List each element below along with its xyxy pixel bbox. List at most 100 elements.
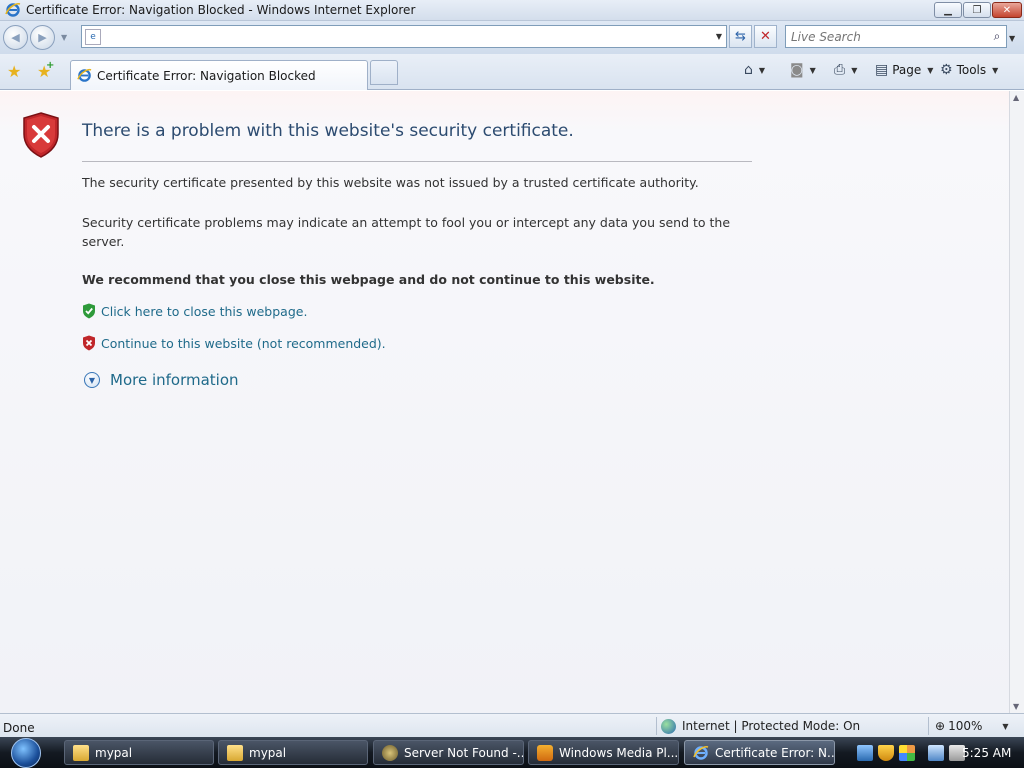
error-shield-icon: [23, 112, 59, 158]
search-icon[interactable]: ⌕: [988, 29, 1006, 44]
print-button[interactable]: ⎙ ▼: [834, 60, 857, 80]
green-shield-icon: [83, 303, 95, 319]
tab-toolbar: ★ ★ + Certificate Error: Navigation Block…: [0, 54, 1024, 90]
display-tray-icon[interactable]: [928, 744, 944, 761]
chevron-down-icon[interactable]: ▼: [851, 66, 857, 75]
recent-pages-dropdown-icon[interactable]: ▼: [61, 33, 67, 42]
scroll-up-icon[interactable]: ▲: [1013, 93, 1019, 102]
zone-label: Internet | Protected Mode: On: [682, 719, 861, 733]
chevron-down-icon[interactable]: ▼: [1002, 722, 1008, 731]
tools-menu-label: Tools: [956, 63, 987, 77]
forward-arrow-icon: ▶: [38, 31, 47, 44]
network-tray-icon[interactable]: [857, 744, 873, 761]
recommendation-text: We recommend that you close this webpage…: [82, 272, 655, 287]
zoom-control[interactable]: ⊕ 100% ▼: [928, 717, 1024, 735]
taskbar-item-label: Windows Media Pl...: [559, 745, 679, 760]
taskbar-item-label: mypal: [95, 745, 133, 760]
close-webpage-link[interactable]: Click here to close this webpage.: [101, 304, 307, 319]
folder-icon: [227, 744, 243, 761]
red-shield-icon: [83, 335, 95, 351]
home-button[interactable]: ⌂ ▼: [744, 60, 765, 80]
status-bar: Done Internet | Protected Mode: On ⊕ 100…: [0, 713, 1024, 737]
system-tray: [857, 737, 965, 768]
feeds-button[interactable]: ◙ ▼: [790, 60, 816, 80]
chevron-down-icon[interactable]: ▼: [810, 66, 816, 75]
rss-feed-icon: ◙: [790, 62, 804, 78]
window-controls: ▁ ❐ ✕: [934, 2, 1022, 18]
minimize-button[interactable]: ▁: [934, 2, 962, 18]
chevron-down-icon: ▼: [992, 65, 999, 75]
forward-button[interactable]: ▶: [30, 25, 55, 50]
security-zone[interactable]: Internet | Protected Mode: On: [656, 717, 928, 735]
taskbar-item-windows-media-player[interactable]: Windows Media Pl...: [528, 740, 679, 765]
windows-flag-tray-icon[interactable]: [899, 744, 915, 761]
back-button[interactable]: ◀: [3, 25, 28, 50]
back-arrow-icon: ◀: [11, 31, 20, 44]
address-bar[interactable]: e ▼: [81, 25, 727, 48]
divider: [82, 161, 752, 162]
cert-warning-text: Security certificate problems may indica…: [82, 215, 731, 249]
page-menu-label: Page: [892, 63, 922, 77]
new-tab-button[interactable]: [370, 60, 398, 85]
address-dropdown-icon[interactable]: ▼: [712, 32, 726, 41]
close-window-button[interactable]: ✕: [992, 2, 1022, 18]
vertical-scrollbar[interactable]: ▲ ▼: [1009, 91, 1024, 713]
chevron-down-icon[interactable]: ▼: [759, 66, 765, 75]
gear-icon: ⚙: [940, 62, 953, 78]
address-toolbar: ◀ ▶ ▼ e ▼ ⇆ ✕ ⌕ ▼: [0, 21, 1024, 54]
taskbar-item-label: mypal: [249, 745, 287, 760]
page-icon: ▤: [875, 62, 889, 78]
taskbar-item-label: Server Not Found -...: [404, 745, 524, 760]
taskbar: mypal mypal Server Not Found -... Window…: [0, 737, 1024, 768]
taskbar-item-mypal-2[interactable]: mypal: [218, 740, 368, 765]
continue-to-website-link[interactable]: Continue to this website (not recommende…: [101, 336, 386, 351]
add-favorites-icon[interactable]: ★ +: [37, 60, 54, 81]
taskbar-item-mypal-1[interactable]: mypal: [64, 740, 214, 765]
zoom-level: 100%: [948, 719, 983, 733]
page-title: There is a problem with this website's s…: [82, 121, 574, 141]
zoom-icon: ⊕: [935, 719, 946, 733]
chevron-down-icon: ▼: [927, 65, 934, 75]
search-input[interactable]: [791, 27, 988, 46]
status-text: Done: [3, 721, 35, 735]
globe-icon: [661, 718, 676, 734]
page-icon: e: [85, 28, 101, 45]
search-box[interactable]: ⌕: [785, 25, 1007, 48]
more-information-label: More information: [110, 371, 239, 389]
ie-icon: [693, 745, 709, 760]
tab-certificate-error[interactable]: Certificate Error: Navigation Blocked: [70, 60, 368, 90]
taskbar-item-label: Certificate Error: N...: [715, 745, 835, 760]
cert-explanation-text: The security certificate presented by th…: [82, 175, 699, 190]
continue-row: Continue to this website (not recommende…: [82, 335, 386, 351]
stop-button[interactable]: ✕: [754, 25, 777, 48]
address-input[interactable]: [107, 27, 712, 46]
scroll-down-icon[interactable]: ▼: [1013, 702, 1019, 711]
expand-chevron-icon: ▼: [84, 372, 100, 388]
start-button[interactable]: [6, 737, 46, 768]
more-information-toggle[interactable]: ▼ More information: [84, 371, 239, 389]
refresh-button[interactable]: ⇆: [729, 25, 752, 48]
page-menu[interactable]: ▤ Page ▼: [875, 60, 933, 80]
windows-orb-icon: [11, 737, 41, 768]
home-icon: ⌂: [744, 62, 753, 78]
tools-menu[interactable]: ⚙ Tools ▼: [940, 60, 998, 80]
window-title: Certificate Error: Navigation Blocked - …: [26, 3, 416, 17]
clock[interactable]: 5:25 AM: [962, 746, 1011, 760]
printer-icon: ⎙: [834, 62, 846, 78]
favorites-center-icon[interactable]: ★: [7, 62, 21, 81]
security-shield-tray-icon[interactable]: [878, 744, 894, 761]
title-bar: Certificate Error: Navigation Blocked - …: [0, 0, 1024, 21]
restore-button[interactable]: ❐: [963, 2, 991, 18]
close-page-row: Click here to close this webpage.: [82, 303, 307, 319]
media-player-icon: [537, 744, 553, 761]
taskbar-item-server-not-found[interactable]: Server Not Found -...: [373, 740, 524, 765]
mypal-browser-icon: [382, 744, 398, 761]
search-options-dropdown-icon[interactable]: ▼: [1009, 34, 1015, 43]
refresh-icon: ⇆: [735, 29, 746, 44]
tab-label: Certificate Error: Navigation Blocked: [97, 68, 316, 83]
ie-icon: [77, 68, 92, 82]
taskbar-item-certificate-error[interactable]: Certificate Error: N...: [684, 740, 835, 765]
folder-icon: [73, 744, 89, 761]
stop-icon: ✕: [760, 29, 771, 44]
ie-icon: [5, 3, 21, 17]
